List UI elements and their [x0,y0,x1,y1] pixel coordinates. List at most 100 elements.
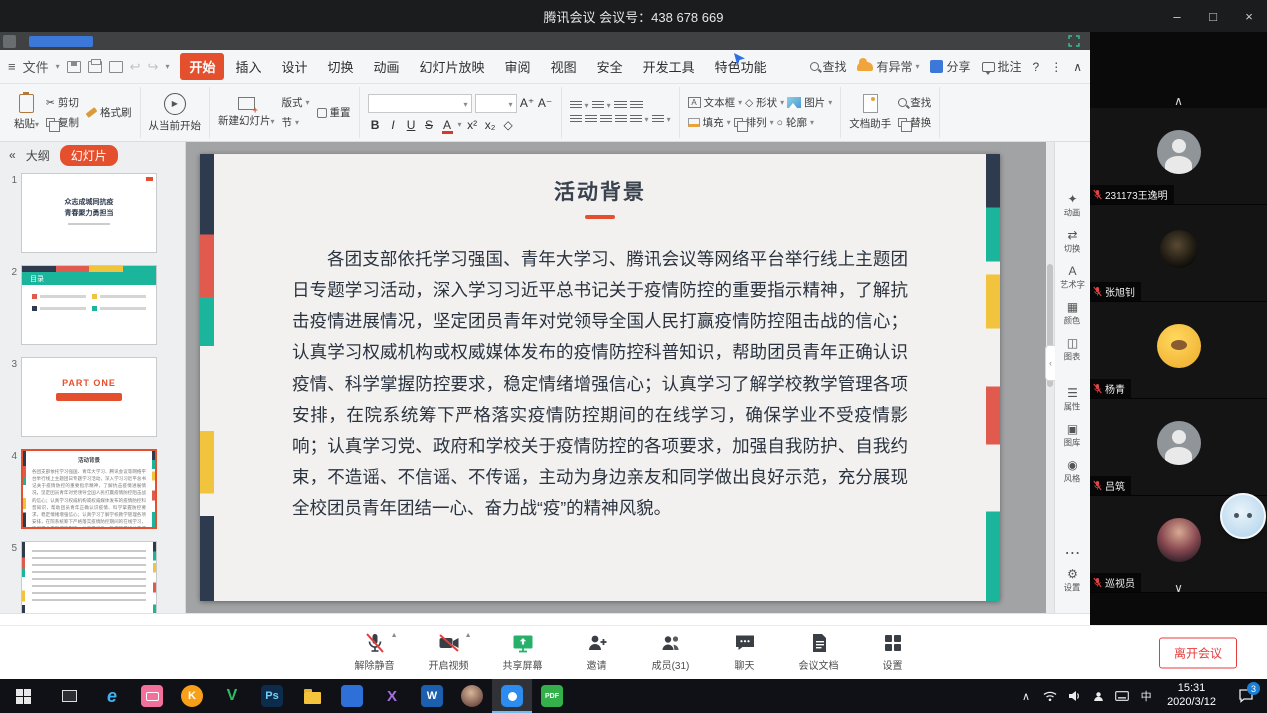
slide-thumbnail-1[interactable]: 众志成城同抗疫青春聚力勇担当 [21,173,157,253]
columns-icon[interactable] [652,115,664,124]
slide-thumbnail-5[interactable] [21,541,157,613]
settings-button[interactable]: 设置 [864,631,922,672]
copy-button[interactable]: 复制 [46,115,79,130]
document-tab[interactable] [29,36,93,47]
participant-tile[interactable]: 吕筑 [1090,399,1267,496]
rail-animation[interactable]: ✦动画 [1063,192,1081,219]
find-button[interactable]: 查找 [898,95,931,110]
picture-button[interactable]: 图片 [804,95,825,110]
cloud-sync-status[interactable]: 有异常▾ [857,58,919,75]
tab-slides[interactable]: 幻灯片 [60,145,118,166]
menu-icon[interactable]: ≡ [8,59,16,74]
subscript-button[interactable]: x₂ [483,118,498,132]
keyboard-icon[interactable] [1110,691,1134,701]
superscript-button[interactable]: x² [465,118,480,132]
justify-icon[interactable] [615,115,627,124]
tab-devtools[interactable]: 开发工具 [634,53,704,80]
start-button[interactable] [0,679,46,713]
replace-button[interactable]: 替换 [898,115,931,130]
arrange-button[interactable]: 排列 [746,115,767,130]
volume-icon[interactable] [1062,690,1086,702]
tab-design[interactable]: 设计 [272,53,316,80]
current-slide[interactable]: 活动背景 各团支部依托学习强国、青年大学习、腾讯会议等网络平台举行线上主题团日专… [200,154,1000,601]
shape-button[interactable]: 形状 [756,95,777,110]
file-menu[interactable]: 文件 [23,57,49,76]
rail-style[interactable]: ◉风格 [1063,458,1081,485]
share-screen-button[interactable]: 共享屏幕 [494,631,552,672]
slide-thumbnail-3[interactable]: PART ONE [21,357,157,437]
taskbar-app-meeting[interactable] [492,679,532,713]
taskbar-app-photoshop[interactable]: Ps [252,679,292,713]
align-left-icon[interactable] [570,115,582,124]
ime-indicator[interactable]: 中 [1134,688,1158,704]
rail-properties[interactable]: ☰属性 [1063,386,1081,413]
wifi-icon[interactable] [1038,690,1062,702]
font-size-select[interactable]: ▾ [475,94,517,113]
align-right-icon[interactable] [600,115,612,124]
task-view-button[interactable] [46,679,92,713]
minimize-icon[interactable]: – [1159,0,1195,32]
maximize-icon[interactable]: □ [1195,0,1231,32]
rail-transition[interactable]: ⇄切换 [1063,228,1081,255]
italic-button[interactable]: I [386,118,401,132]
comment-button[interactable]: 批注 [982,58,1022,75]
taskbar-app-edge[interactable]: e [92,679,132,713]
taskbar-app-kugou[interactable]: K [172,679,212,713]
collapse-panel-icon[interactable]: « [9,148,16,162]
participant-tile[interactable]: 杨青 [1090,302,1267,399]
chat-button[interactable]: 聊天 [716,631,774,672]
bold-button[interactable]: B [368,118,383,132]
increase-font-button[interactable]: A⁺ [520,96,535,110]
taskbar-app-file-explorer[interactable] [292,679,332,713]
decrease-indent-icon[interactable] [614,101,627,110]
tab-animation[interactable]: 动画 [365,53,409,80]
play-from-current-button[interactable]: ▶ 从当前开始 [149,93,202,133]
tab-transition[interactable]: 切换 [319,53,363,80]
underline-button[interactable]: U [404,118,419,132]
rail-settings[interactable]: ⚙设置 [1063,567,1081,594]
new-slide-button[interactable]: 新建幻灯片▾ [218,97,275,128]
slide-thumbnail-4-selected[interactable]: 活动背景 各团支部依托学习强国、青年大学习、腾讯会议等网络平台举行线上主题团日专… [21,449,157,529]
rail-gallery[interactable]: ▣图库 [1063,422,1081,449]
cut-button[interactable]: ✂剪切 [46,95,79,110]
slide-title[interactable]: 活动背景 [200,176,1000,206]
collapse-ribbon-icon[interactable]: ∧ [1073,60,1082,74]
tab-view[interactable]: 视图 [542,53,586,80]
participants-scroll-up[interactable]: ∧ [1090,32,1267,108]
close-icon[interactable]: × [1231,0,1267,32]
action-center-button[interactable]: 3 [1225,679,1267,713]
text-effects-button[interactable]: ◇ [501,118,516,132]
fullscreen-icon[interactable] [1068,35,1080,47]
save-icon[interactable] [67,61,81,73]
print-icon[interactable] [88,61,102,73]
members-button[interactable]: 成员(31) [642,631,700,672]
contacts-icon[interactable] [1086,691,1110,702]
section-button[interactable]: 节▾ [282,115,310,130]
kebab-menu-icon[interactable]: ⋮ [1050,60,1062,74]
tab-security[interactable]: 安全 [588,53,632,80]
participant-tile[interactable]: 231173王逸明 [1090,108,1267,205]
mic-options-caret[interactable]: ▲ [391,632,398,639]
tab-slideshow[interactable]: 幻灯片放映 [411,53,494,80]
taskbar-app-pdf[interactable]: PDF [532,679,572,713]
slide-thumbnail-2[interactable]: 目录 [21,265,157,345]
align-center-icon[interactable] [585,115,597,124]
taskbar-app-bilibili[interactable] [132,679,172,713]
share-button[interactable]: 分享 [930,58,970,75]
taskbar-app-avatar[interactable] [452,679,492,713]
tab-review[interactable]: 审阅 [496,53,540,80]
font-color-button[interactable]: A [440,118,455,132]
undo-icon[interactable]: ↩ [130,59,141,75]
rail-color[interactable]: ▦颜色 [1063,300,1081,327]
line-spacing-icon[interactable] [630,115,642,124]
increase-indent-icon[interactable] [630,101,643,110]
taskbar-app-word[interactable]: W [412,679,452,713]
textbox-button[interactable]: 文本框 [704,95,736,110]
meeting-docs-button[interactable]: 会议文档 [790,631,848,672]
slide-body-text[interactable]: 各团支部依托学习强国、青年大学习、腾讯会议等网络平台举行线上主题团日专题学习活动… [292,244,908,524]
taskbar-app-blue[interactable] [332,679,372,713]
rail-more-icon[interactable]: ⋯ [1064,543,1080,563]
doc-assistant-button[interactable]: 文档助手 [849,94,891,131]
rail-wordart[interactable]: A艺术字 [1059,264,1086,291]
strikethrough-button[interactable]: S [422,118,437,132]
